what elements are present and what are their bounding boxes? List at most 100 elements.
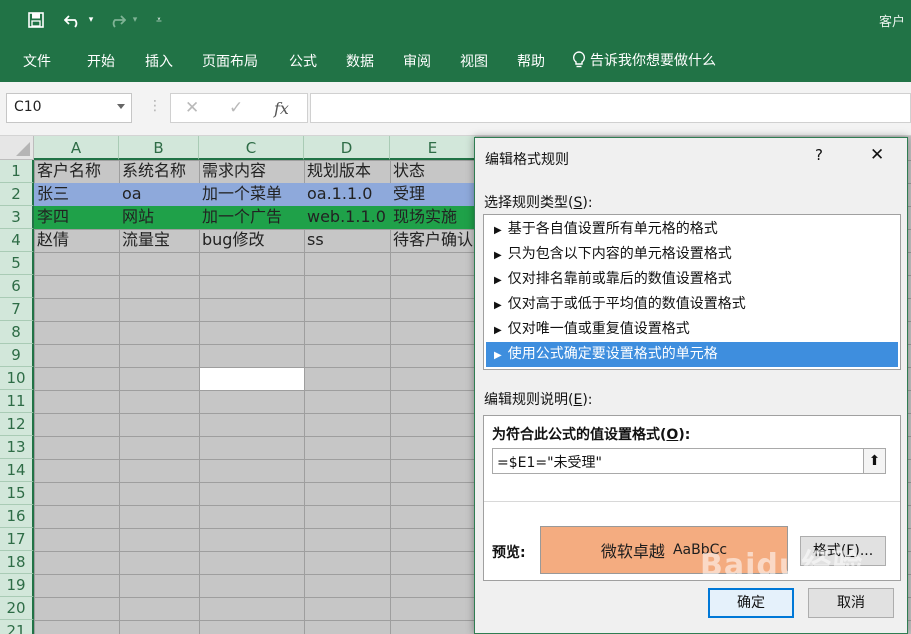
row-header[interactable]: 5 (0, 252, 34, 275)
column-header-b[interactable]: B (119, 136, 199, 160)
column-header-a[interactable]: A (34, 136, 119, 160)
row-header[interactable]: 16 (0, 505, 34, 528)
formula-bar-grip-icon: ⋮ (148, 98, 162, 114)
active-cell-c10[interactable] (199, 367, 305, 391)
ribbon-tabs: 文件 开始 插入 页面布局 公式 数据 审阅 视图 帮助 告诉我你想要做什么 (0, 40, 911, 82)
cell-e2[interactable]: 受理 (390, 183, 476, 206)
rule-type-item[interactable]: ▶ 仅对唯一值或重复值设置格式 (486, 317, 898, 342)
format-preview: 微软卓越 AaBbCc (540, 526, 788, 574)
select-all-triangle-icon (16, 142, 30, 156)
tab-help[interactable]: 帮助 (517, 51, 545, 71)
name-box[interactable]: C10 (6, 93, 132, 123)
column-header-e[interactable]: E (390, 136, 476, 160)
close-icon[interactable]: ✕ (870, 145, 884, 165)
column-header-c[interactable]: C (199, 136, 304, 160)
row-header[interactable]: 17 (0, 528, 34, 551)
insert-function-icon[interactable]: fx (274, 99, 289, 118)
chevron-down-icon[interactable] (117, 104, 125, 109)
select-all-button[interactable] (0, 136, 34, 160)
row-header[interactable]: 18 (0, 551, 34, 574)
cell-c2[interactable]: 加一个菜单 (199, 183, 304, 206)
row-header[interactable]: 13 (0, 436, 34, 459)
tab-data[interactable]: 数据 (346, 51, 374, 71)
enter-check-icon[interactable]: ✓ (229, 98, 243, 118)
redo-dropdown-icon[interactable]: ▾ (130, 8, 140, 32)
cell-c4[interactable]: bug修改 (199, 229, 304, 252)
cell-b1[interactable]: 系统名称 (119, 160, 199, 183)
cell-b4[interactable]: 流量宝 (119, 229, 199, 252)
row-header[interactable]: 20 (0, 597, 34, 620)
tab-file[interactable]: 文件 (23, 51, 51, 71)
row-header[interactable]: 8 (0, 321, 34, 344)
column-header-d[interactable]: D (304, 136, 390, 160)
cell-a1[interactable]: 客户名称 (34, 160, 119, 183)
undo-icon[interactable] (62, 8, 84, 32)
row-header[interactable]: 6 (0, 275, 34, 298)
tab-review[interactable]: 审阅 (403, 51, 431, 71)
cell-a2[interactable]: 张三 (34, 183, 119, 206)
cell-b2[interactable]: oa (119, 183, 199, 206)
row-header[interactable]: 21 (0, 620, 34, 634)
formula-input[interactable] (310, 93, 911, 123)
cell-a3[interactable]: 李四 (34, 206, 119, 229)
row-header[interactable]: 15 (0, 482, 34, 505)
customize-toolbar-icon[interactable]: ⩡ (152, 8, 166, 32)
tab-home[interactable]: 开始 (87, 51, 115, 71)
row-header[interactable]: 4 (0, 229, 34, 252)
preview-label: 预览: (492, 545, 526, 561)
row-header[interactable]: 2 (0, 183, 34, 206)
rule-description-panel: 为符合此公式的值设置格式(O): =$E1="未受理" ⬆ 预览: 微软卓越 A… (483, 415, 901, 581)
rule-type-item-selected[interactable]: ▶ 使用公式确定要设置格式的单元格 (486, 342, 898, 367)
cell-d1[interactable]: 规划版本 (304, 160, 390, 183)
tell-me-box[interactable]: 告诉我你想要做什么 (572, 50, 716, 70)
triangle-right-icon: ▶ (494, 250, 502, 261)
row-header[interactable]: 1 (0, 160, 34, 183)
undo-dropdown-icon[interactable]: ▾ (86, 8, 96, 32)
tab-formulas[interactable]: 公式 (289, 51, 317, 71)
cancel-icon[interactable]: ✕ (185, 98, 199, 118)
row-header[interactable]: 19 (0, 574, 34, 597)
row-header[interactable]: 3 (0, 206, 34, 229)
row-header[interactable]: 10 (0, 367, 34, 390)
formula-field[interactable]: =$E1="未受理" (492, 448, 867, 474)
cell-d2[interactable]: oa.1.1.0 (304, 183, 390, 206)
row-header[interactable]: 9 (0, 344, 34, 367)
cancel-button[interactable]: 取消 (808, 588, 894, 618)
cell-d4[interactable]: ss (304, 229, 390, 252)
edit-formatting-rule-dialog: 编辑格式规则 ? ✕ 选择规则类型(S): ▶ 基于各自值设置所有单元格的格式 ▶… (474, 137, 908, 634)
triangle-right-icon: ▶ (494, 225, 502, 236)
tab-view[interactable]: 视图 (460, 51, 488, 71)
rule-type-item[interactable]: ▶ 基于各自值设置所有单元格的格式 (486, 217, 898, 242)
cell-d3[interactable]: web.1.1.0 (304, 206, 390, 229)
tell-me-text: 告诉我你想要做什么 (590, 53, 716, 69)
name-box-value: C10 (14, 99, 42, 115)
triangle-right-icon: ▶ (494, 350, 502, 361)
cell-b3[interactable]: 网站 (119, 206, 199, 229)
tab-page-layout[interactable]: 页面布局 (202, 51, 258, 71)
help-button[interactable]: ? (815, 146, 823, 164)
rule-type-item[interactable]: ▶ 仅对高于或低于平均值的数值设置格式 (486, 292, 898, 317)
format-button[interactable]: 格式(F)... (800, 536, 886, 566)
divider (484, 501, 900, 502)
triangle-right-icon: ▶ (494, 275, 502, 286)
cell-e4[interactable]: 待客户确认 (390, 229, 476, 252)
tab-insert[interactable]: 插入 (145, 51, 173, 71)
formula-bar: C10 ⋮ ✕ ✓ fx (0, 82, 911, 136)
cell-a4[interactable]: 赵倩 (34, 229, 119, 252)
rule-type-item[interactable]: ▶ 只为包含以下内容的单元格设置格式 (486, 242, 898, 267)
cell-c3[interactable]: 加一个广告 (199, 206, 304, 229)
row-header[interactable]: 14 (0, 459, 34, 482)
collapse-dialog-icon[interactable]: ⬆ (863, 448, 886, 474)
save-icon[interactable] (26, 8, 46, 32)
redo-icon[interactable] (106, 8, 128, 32)
row-header[interactable]: 12 (0, 413, 34, 436)
row-header[interactable]: 7 (0, 298, 34, 321)
ok-button[interactable]: 确定 (708, 588, 794, 618)
excel-window: { "titlebar": { "title": "客户" }, "ribbon… (0, 0, 911, 634)
cell-c1[interactable]: 需求内容 (199, 160, 304, 183)
cell-e1[interactable]: 状态 (390, 160, 476, 183)
rule-type-item[interactable]: ▶ 仅对排名靠前或靠后的数值设置格式 (486, 267, 898, 292)
row-header[interactable]: 11 (0, 390, 34, 413)
cell-e3[interactable]: 现场实施 (390, 206, 476, 229)
triangle-right-icon: ▶ (494, 325, 502, 336)
